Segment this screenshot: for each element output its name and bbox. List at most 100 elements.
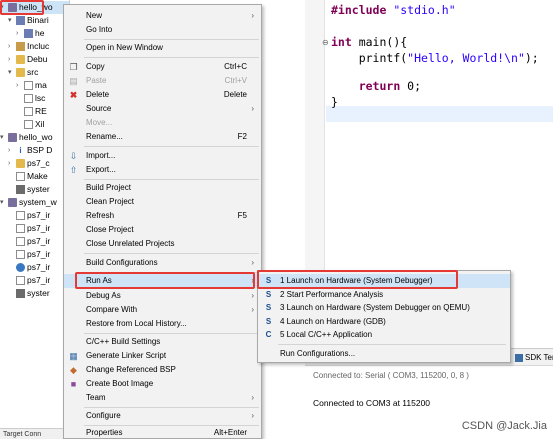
menu-item-move[interactable]: Move... bbox=[64, 116, 261, 130]
menu-label: Build Project bbox=[86, 183, 131, 192]
tree-item-elf[interactable]: › he bbox=[16, 27, 44, 40]
menu-item-create-boot-image[interactable]: ■ Create Boot Image bbox=[64, 377, 261, 391]
expand-arrow-icon[interactable]: › bbox=[8, 157, 16, 170]
menu-item-clean-project[interactable]: Clean Project bbox=[64, 195, 261, 209]
tree-item-hello-world-bsp[interactable]: ▾ hello_wo bbox=[0, 131, 53, 144]
tab-label: SDK Ter bbox=[525, 353, 553, 362]
file-icon bbox=[24, 120, 33, 129]
expand-arrow-icon[interactable]: › bbox=[8, 144, 16, 157]
tree-label: ps7_ir bbox=[27, 262, 51, 272]
tree-item-makefile[interactable]: Make bbox=[16, 170, 48, 183]
expand-arrow-icon[interactable]: ▾ bbox=[8, 66, 16, 79]
tree-item-lscript[interactable]: lsc bbox=[24, 92, 45, 105]
tree-item-debug[interactable]: › Debu bbox=[8, 53, 47, 66]
code-keyword: return bbox=[358, 79, 401, 93]
submenu-item-run-configurations[interactable]: Run Configurations... bbox=[258, 347, 510, 361]
expand-arrow-icon[interactable]: ▾ bbox=[0, 196, 8, 209]
tree-item-xil[interactable]: Xil bbox=[24, 118, 44, 131]
expand-arrow-icon[interactable]: › bbox=[8, 53, 16, 66]
tree-item-binaries[interactable]: ▾ Binari bbox=[8, 14, 49, 27]
tree-item-ps7-init[interactable]: ps7_ir bbox=[16, 248, 50, 261]
export-icon: ⇧ bbox=[69, 165, 78, 175]
menu-item-close-unrelated[interactable]: Close Unrelated Projects bbox=[64, 237, 261, 251]
menu-item-compare-with[interactable]: Compare With › bbox=[64, 303, 261, 317]
tree-item-ps7-cortex[interactable]: › ps7_c bbox=[8, 157, 50, 170]
file-icon bbox=[24, 94, 33, 103]
menu-item-generate-linker[interactable]: ▦ Generate Linker Script bbox=[64, 349, 261, 363]
tree-item-system-wrapper[interactable]: ▾ system_w bbox=[0, 196, 57, 209]
submenu-item-launch-gdb[interactable]: S 4 Launch on Hardware (GDB) bbox=[258, 315, 510, 329]
submenu-label: 3 Launch on Hardware (System Debugger on… bbox=[280, 303, 470, 312]
code-keyword: #include bbox=[331, 3, 387, 17]
chevron-right-icon: › bbox=[251, 104, 254, 113]
menu-item-paste[interactable]: ▤ Paste Ctrl+V bbox=[64, 74, 261, 88]
menu-item-go-into[interactable]: Go Into bbox=[64, 23, 261, 37]
menu-item-new[interactable]: New › bbox=[64, 9, 261, 23]
tree-item-system-mss[interactable]: syster bbox=[16, 183, 50, 196]
tree-item-bsp-docs[interactable]: › i BSP D bbox=[8, 144, 52, 157]
tree-item-ps7-init[interactable]: ps7_ir bbox=[16, 235, 50, 248]
menu-item-configure[interactable]: Configure › bbox=[64, 409, 261, 423]
file-icon bbox=[24, 107, 33, 116]
annotation-box-project bbox=[0, 0, 44, 15]
expand-arrow-icon[interactable]: › bbox=[8, 40, 16, 53]
expand-arrow-icon[interactable]: ▾ bbox=[8, 14, 16, 27]
expand-arrow-icon[interactable]: › bbox=[16, 27, 24, 40]
tree-label: ps7_ir bbox=[27, 223, 51, 233]
import-icon: ⇩ bbox=[69, 151, 78, 161]
menu-item-team[interactable]: Team › bbox=[64, 391, 261, 405]
tree-item-readme[interactable]: RE bbox=[24, 105, 47, 118]
menu-item-delete[interactable]: ✖ Delete Delete bbox=[64, 88, 261, 102]
menu-item-build-configurations[interactable]: Build Configurations › bbox=[64, 256, 261, 270]
tree-item-main[interactable]: › ma bbox=[16, 79, 47, 92]
tree-label: src bbox=[27, 67, 39, 77]
menu-item-export[interactable]: ⇧ Export... bbox=[64, 163, 261, 177]
tree-item-system-hdf[interactable]: syster bbox=[16, 287, 50, 300]
menu-item-refresh[interactable]: Refresh F5 bbox=[64, 209, 261, 223]
menu-shortcut: Ctrl+C bbox=[224, 62, 247, 71]
submenu-item-performance-analysis[interactable]: S 2 Start Performance Analysis bbox=[258, 288, 510, 302]
tree-label: ps7_ir bbox=[27, 210, 51, 220]
tab-sdk-terminal[interactable]: SDK Ter bbox=[512, 351, 553, 365]
tree-label: syster bbox=[27, 288, 50, 298]
menu-item-import[interactable]: ⇩ Import... bbox=[64, 149, 261, 163]
menu-item-source[interactable]: Source › bbox=[64, 102, 261, 116]
file-icon bbox=[16, 172, 25, 181]
menu-item-rename[interactable]: Rename... F2 bbox=[64, 130, 261, 144]
menu-label: Delete bbox=[86, 90, 110, 99]
submenu-item-local-c-application[interactable]: C 5 Local C/C++ Application bbox=[258, 328, 510, 342]
tree-item-ps7-init[interactable]: ps7_ir bbox=[16, 222, 50, 235]
expand-arrow-icon[interactable]: › bbox=[16, 79, 24, 92]
tree-item-ps7-init[interactable]: ps7_ir bbox=[16, 274, 50, 287]
menu-item-restore-history[interactable]: Restore from Local History... bbox=[64, 317, 261, 331]
menu-label: Copy bbox=[86, 62, 105, 71]
tree-item-ps7-init[interactable]: ps7_ir bbox=[16, 209, 50, 222]
menu-item-debug-as[interactable]: Debug As › bbox=[64, 289, 261, 303]
menu-item-change-bsp[interactable]: ◆ Change Referenced BSP bbox=[64, 363, 261, 377]
menu-item-properties[interactable]: Properties Alt+Enter bbox=[64, 426, 261, 439]
chevron-right-icon: › bbox=[251, 305, 254, 314]
fold-toggle-icon[interactable]: ⊖ bbox=[322, 39, 329, 47]
file-icon bbox=[16, 224, 25, 233]
expand-arrow-icon[interactable]: ▾ bbox=[0, 131, 8, 144]
chevron-right-icon: › bbox=[251, 411, 254, 420]
menu-shortcut: F5 bbox=[237, 211, 247, 220]
submenu-item-launch-qemu[interactable]: S 3 Launch on Hardware (System Debugger o… bbox=[258, 301, 510, 315]
tree-item-includes[interactable]: › Incluc bbox=[8, 40, 49, 53]
code-text: ); bbox=[524, 51, 539, 65]
menu-item-copy[interactable]: ❐ Copy Ctrl+C bbox=[64, 60, 261, 74]
menu-item-open-new-window[interactable]: Open in New Window bbox=[64, 41, 261, 55]
tree-item-src[interactable]: ▾ src bbox=[8, 66, 38, 79]
menu-item-build-settings[interactable]: C/C++ Build Settings bbox=[64, 335, 261, 349]
menu-item-close-project[interactable]: Close Project bbox=[64, 223, 261, 237]
target-connections-tab[interactable]: Target Conn bbox=[0, 428, 69, 439]
paste-icon: ▤ bbox=[69, 76, 78, 86]
menu-item-build-project[interactable]: Build Project bbox=[64, 181, 261, 195]
menu-label: Move... bbox=[86, 118, 113, 127]
mss-file-icon bbox=[16, 185, 25, 194]
menu-label: Go Into bbox=[86, 25, 113, 34]
elf-icon bbox=[24, 29, 33, 38]
code-text: } bbox=[331, 95, 338, 109]
tree-item-ps7-init[interactable]: ps7_ir bbox=[16, 261, 50, 274]
menu-separator bbox=[84, 146, 259, 147]
